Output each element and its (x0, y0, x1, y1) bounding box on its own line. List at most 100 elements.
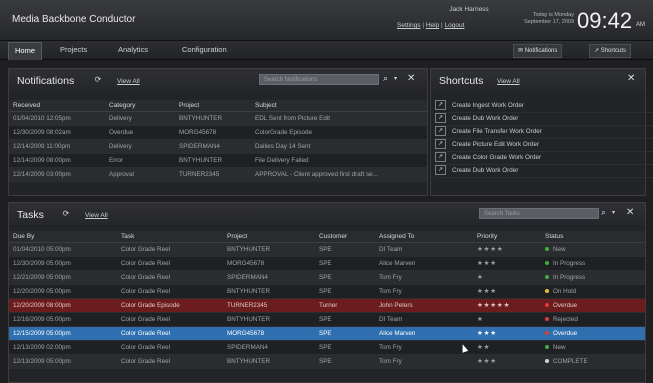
shortcuts-header: Shortcuts View All ✕ (431, 69, 645, 91)
shortcut-arrow-icon: ↗ (435, 165, 446, 176)
tab-projects[interactable]: Projects (60, 41, 87, 59)
shortcut-item[interactable]: ↗ Create Dub Work Order (435, 113, 653, 126)
due-cell: 12/30/2009 05:00pm (9, 256, 117, 271)
chevron-down-icon[interactable]: ▾ (612, 209, 615, 216)
col-priority[interactable]: Priority (473, 231, 541, 243)
shortcut-item[interactable]: ↗ Create Color Grade Work Order (435, 152, 653, 165)
col-category[interactable]: Category (105, 100, 175, 112)
table-row[interactable]: 12/14/2009 08:00pm Error BNTYHUNTER File… (9, 153, 427, 168)
table-row[interactable]: 01/04/2010 05:00pm Color Grade Reel BNTYHU… (9, 242, 645, 257)
logout-link[interactable]: Logout (445, 22, 465, 29)
shortcuts-button[interactable]: ↗ Shortcuts (589, 44, 632, 58)
table-row[interactable]: 12/20/2009 08:00pm Color Grade Episode TUR… (9, 298, 645, 313)
shortcut-label: Create Picture Edit Work Order (452, 141, 540, 148)
shortcut-arrow-icon: ↗ (594, 48, 601, 54)
priority-cell: ★★ (473, 340, 541, 355)
received-cell: 01/04/2010 12:05pm (9, 111, 105, 126)
notifications-view-all-link[interactable]: View All (117, 78, 140, 85)
status-dot-icon (545, 247, 549, 252)
col-subject[interactable]: Subject (251, 100, 427, 112)
table-row[interactable]: 12/21/2009 05:00pm Color Grade Reel SPIDER… (9, 270, 645, 285)
tab-configuration[interactable]: Configuration (182, 41, 227, 59)
table-row[interactable]: 12/20/2009 05:00pm Color Grade Reel BNTYHU… (9, 284, 645, 299)
project-cell: SPIDERMAN4 (175, 139, 251, 154)
tab-analytics[interactable]: Analytics (118, 41, 148, 59)
col-project[interactable]: Project (223, 231, 315, 243)
assigned-cell: John Peters (375, 298, 473, 313)
col-assigned-to[interactable]: Assigned To (375, 231, 473, 243)
notifications-panel: Notifications ⟳ View All Search Notifica… (8, 68, 428, 196)
category-cell: Approval (105, 167, 175, 182)
priority-cell: ★★★ (473, 284, 541, 299)
search-icon[interactable]: ⌕ (601, 207, 606, 218)
chevron-down-icon[interactable]: ▾ (394, 75, 397, 82)
refresh-icon[interactable]: ⟳ (61, 209, 71, 218)
col-status[interactable]: Status (541, 231, 645, 243)
shortcut-label: Create Dub Work Order (452, 167, 519, 174)
notifications-header-row: Received Category Project Subject (9, 100, 427, 112)
table-row[interactable]: 12/30/2009 08:02am Overdue MORG45678 Col… (9, 125, 427, 140)
status-label: New (553, 344, 566, 351)
help-link[interactable]: Help (426, 22, 439, 29)
notifications-button-label: Notifications (524, 48, 558, 54)
status-label: Overdue (553, 302, 578, 309)
table-row[interactable]: 12/14/2009 03:00pm Approval TURNER2345 A… (9, 167, 427, 182)
assigned-cell: DI Team (375, 312, 473, 327)
table-row[interactable]: 12/30/2009 05:00pm Color Grade Reel MORG45… (9, 256, 645, 271)
close-x-icon[interactable]: ✕ (407, 73, 415, 84)
table-row[interactable]: 12/16/2009 05:00pm Color Grade Reel BNTYHU… (9, 312, 645, 327)
shortcuts-view-all-link[interactable]: View All (497, 78, 520, 85)
priority-cell: ★ (473, 312, 541, 327)
received-cell: 12/14/2009 03:00pm (9, 167, 105, 182)
received-cell: 12/14/2009 08:00pm (9, 153, 105, 168)
table-row[interactable]: 01/04/2010 12:05pm Delivery BNTYHUNTER E… (9, 111, 427, 126)
close-x-icon[interactable]: ✕ (626, 207, 634, 218)
notifications-button[interactable]: ✉ Notifications (513, 44, 563, 58)
assigned-cell: DI Team (375, 242, 473, 257)
priority-cell: ★★★ (473, 326, 541, 341)
refresh-icon[interactable]: ⟳ (93, 75, 103, 84)
shortcuts-title: Shortcuts (439, 75, 484, 87)
status-cell: New (541, 340, 645, 355)
table-row[interactable]: 12/14/2009 11:00pm Delivery SPIDERMAN4 D… (9, 139, 427, 154)
status-dot-icon (545, 275, 549, 280)
project-cell: TURNER2345 (223, 298, 315, 313)
customer-cell: SPE (315, 270, 375, 285)
shortcut-arrow-icon: ↗ (435, 113, 446, 124)
col-task[interactable]: Task (117, 231, 223, 243)
table-row[interactable]: 12/15/2009 05:00pm Color Grade Reel MORG45… (9, 326, 645, 341)
category-cell: Overdue (105, 125, 175, 140)
status-cell: In Progress (541, 270, 645, 285)
status-cell: COMPLETE (541, 354, 645, 369)
col-customer[interactable]: Customer (315, 231, 375, 243)
tab-home[interactable]: Home (8, 42, 43, 60)
tasks-search-input[interactable]: Search Tasks (479, 208, 599, 219)
shortcut-item[interactable]: ↗ Create Dub Work Order (435, 165, 653, 178)
status-dot-icon (545, 345, 549, 350)
notifications-search-input[interactable]: Search Notifications (259, 74, 379, 85)
status-label: In Progress (553, 274, 586, 281)
assigned-cell: Alice Marven (375, 256, 473, 271)
assigned-cell: Tom Fry (375, 270, 473, 285)
shortcut-item[interactable]: ↗ Create File Transfer Work Order (435, 126, 653, 139)
status-label: In Progress (553, 260, 586, 267)
table-row[interactable]: 12/13/2009 02:00pm Color Grade Reel SPIDER… (9, 340, 645, 355)
table-row[interactable]: 12/13/2009 05:00pm Color Grade Reel BNTYHU… (9, 354, 645, 369)
shortcut-arrow-icon: ↗ (435, 100, 446, 111)
col-project[interactable]: Project (175, 100, 251, 112)
category-cell: Error (105, 153, 175, 168)
project-cell: MORG45678 (223, 326, 315, 341)
search-icon[interactable]: ⌕ (383, 73, 388, 84)
app-title: Media Backbone Conductor (12, 14, 136, 25)
col-due-by[interactable]: Due By (9, 231, 117, 243)
date-line-1: Today is Monday (532, 12, 574, 18)
close-x-icon[interactable]: ✕ (627, 73, 635, 84)
task-cell: Color Grade Reel (117, 284, 223, 299)
customer-cell: SPE (315, 256, 375, 271)
shortcut-item[interactable]: ↗ Create Picture Edit Work Order (435, 139, 653, 152)
shortcut-arrow-icon: ↗ (435, 152, 446, 163)
shortcut-item[interactable]: ↗ Create Ingest Work Order (435, 100, 653, 113)
tasks-view-all-link[interactable]: View All (85, 212, 108, 219)
settings-link[interactable]: Settings (397, 22, 421, 29)
col-received[interactable]: Received (9, 100, 105, 112)
